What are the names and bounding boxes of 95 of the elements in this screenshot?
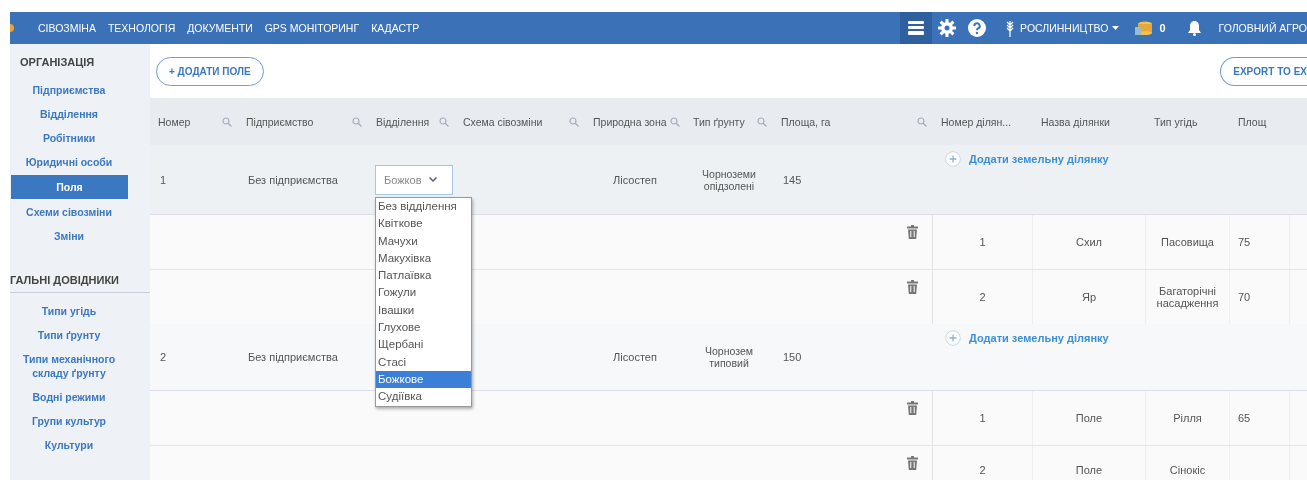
table-cell: 75 xyxy=(1238,236,1251,248)
sidebar-item[interactable]: Зміни xyxy=(10,224,128,248)
column-header: Підприємство xyxy=(246,115,314,128)
division-select[interactable]: Божков xyxy=(375,164,453,195)
nav-link[interactable]: GPS МОНІТОРИНГ xyxy=(264,22,360,34)
settings-icon[interactable] xyxy=(938,19,957,37)
export-button[interactable]: EXPORT TO EX xyxy=(1220,56,1307,86)
section-title: ОРГАНІЗАЦІЯ xyxy=(19,55,96,70)
nav-link[interactable]: ТЕХНОЛОГІЯ xyxy=(107,22,176,34)
column-header: Відділення xyxy=(376,115,430,128)
sidebar-item[interactable]: Поля xyxy=(11,175,128,199)
table-cell: Рілля xyxy=(1173,412,1202,424)
column-header: Номер ділян... xyxy=(941,115,1012,128)
search-icon[interactable] xyxy=(757,116,767,127)
sidebar-item[interactable]: Водні режими xyxy=(10,385,128,409)
trash-icon[interactable] xyxy=(907,225,918,239)
dropdown-option[interactable]: Івашки xyxy=(376,301,471,320)
column-header: Номер xyxy=(158,115,191,128)
column-header: Назва ділянки xyxy=(1041,115,1110,128)
table-cell: 1 xyxy=(979,236,986,248)
trash-icon[interactable] xyxy=(907,401,918,415)
dropdown-option[interactable]: Мачухи xyxy=(376,232,471,250)
table-cell: 65 xyxy=(1238,412,1251,424)
table-cell: Схил xyxy=(1076,236,1102,248)
bell-icon[interactable] xyxy=(1187,20,1201,36)
nav-link[interactable]: КАДАСТР xyxy=(371,22,420,34)
search-icon[interactable] xyxy=(439,116,449,127)
table-cell-text: Без підприємства xyxy=(247,172,339,188)
user-menu[interactable]: ГОЛОВНИЙ АГРО xyxy=(1218,22,1307,34)
sidebar-item[interactable]: Юридичні особи xyxy=(10,150,128,174)
dropdown-option[interactable]: Гожули xyxy=(376,284,471,302)
trash-icon[interactable] xyxy=(907,280,918,294)
column-header: Тип ґрунту xyxy=(693,115,745,128)
table-cell: 2 xyxy=(979,291,986,303)
table-cell-text: 145 xyxy=(782,172,803,188)
sidebar-item[interactable]: Підприємства xyxy=(10,78,128,102)
sidebar-item[interactable]: Типи угідь xyxy=(10,299,128,323)
coins-icon xyxy=(1135,21,1154,35)
sidebar-item[interactable]: Схеми сівозміни xyxy=(10,200,128,224)
sidebar-item[interactable]: Типи механічного складу ґрунту xyxy=(10,347,128,385)
add-parcel-link[interactable]: Додати земельну ділянку xyxy=(969,332,1109,344)
table-cell: 1 xyxy=(979,412,986,424)
table-cell-text: 150 xyxy=(782,350,803,365)
search-icon[interactable] xyxy=(352,116,362,127)
column-header: Площ xyxy=(1238,115,1267,128)
table-cell-text: Лісостеп xyxy=(612,172,658,188)
sidebar-item[interactable]: Робітники xyxy=(10,126,128,150)
dropdown-option[interactable]: Без відділення xyxy=(376,198,471,216)
sidebar-item[interactable]: Відділення xyxy=(10,102,128,126)
add-field-button[interactable]: + ДОДАТИ ПОЛЕ xyxy=(156,56,264,86)
table-cell-text: 2 xyxy=(159,350,168,365)
dropdown-option[interactable]: Макухівка xyxy=(376,249,471,268)
sidebar-item[interactable]: Типи ґрунту xyxy=(10,323,128,347)
dropdown-option[interactable]: Патлаївка xyxy=(376,267,471,285)
dropdown-option[interactable]: Квіткове xyxy=(376,215,471,233)
column-header: Тип угідь xyxy=(1154,115,1198,128)
table-cell: Пасовища xyxy=(1161,236,1214,248)
table-cell-text: Лісостеп xyxy=(612,350,658,365)
table-cell: Сінокіс xyxy=(1169,464,1206,476)
caret-icon xyxy=(1112,26,1120,30)
plus-circle-icon[interactable] xyxy=(945,151,961,167)
table-cell: 2 xyxy=(979,464,986,476)
nav-link[interactable]: ДОКУМЕНТИ xyxy=(187,22,253,34)
table-cell-text: Чорнозем типовий xyxy=(704,344,754,371)
dropdown-option[interactable]: Щербані xyxy=(376,336,471,354)
table-cell: 70 xyxy=(1238,291,1251,303)
nav-link[interactable]: СІВОЗМІНА xyxy=(38,22,96,34)
dropdown-option[interactable]: Стасі xyxy=(376,353,471,371)
sidebar-item[interactable]: Культури xyxy=(10,433,128,457)
table-cell-text: Без підприємства xyxy=(247,350,339,365)
coin-count: 0 xyxy=(1159,22,1166,34)
search-icon[interactable] xyxy=(917,116,927,127)
table-cell-text: Багаторічні насадження xyxy=(1155,285,1220,309)
plus-circle-icon[interactable] xyxy=(945,330,961,346)
column-header: Природна зона xyxy=(593,115,667,128)
help-icon[interactable] xyxy=(968,19,987,37)
dropdown-option[interactable]: Божкове xyxy=(376,370,471,389)
stack-icon[interactable] xyxy=(908,21,925,35)
table-cell-text: 1 xyxy=(159,172,168,188)
search-icon[interactable] xyxy=(569,116,579,127)
table-cell: Поле xyxy=(1075,464,1103,476)
chevron-icon xyxy=(429,177,438,182)
dropdown-option[interactable]: Судіївка xyxy=(376,388,471,406)
table-cell: Поле xyxy=(1075,412,1103,424)
column-header: Площа, га xyxy=(781,115,831,128)
column-header: Схема сівозміни xyxy=(463,115,543,128)
search-icon[interactable] xyxy=(669,116,680,127)
table-cell: Яр xyxy=(1081,291,1097,303)
add-parcel-link[interactable]: Додати земельну ділянку xyxy=(969,153,1109,165)
table-cell-text: Чорноземи опідзолені xyxy=(701,166,757,194)
search-icon[interactable] xyxy=(222,116,232,127)
dropdown-option[interactable]: Глухове xyxy=(376,319,471,337)
crop-dropdown[interactable]: РОСЛИННИЦТВО xyxy=(1020,22,1120,34)
sidebar-item[interactable]: Групи культур xyxy=(10,409,128,433)
trash-icon[interactable] xyxy=(907,456,918,470)
